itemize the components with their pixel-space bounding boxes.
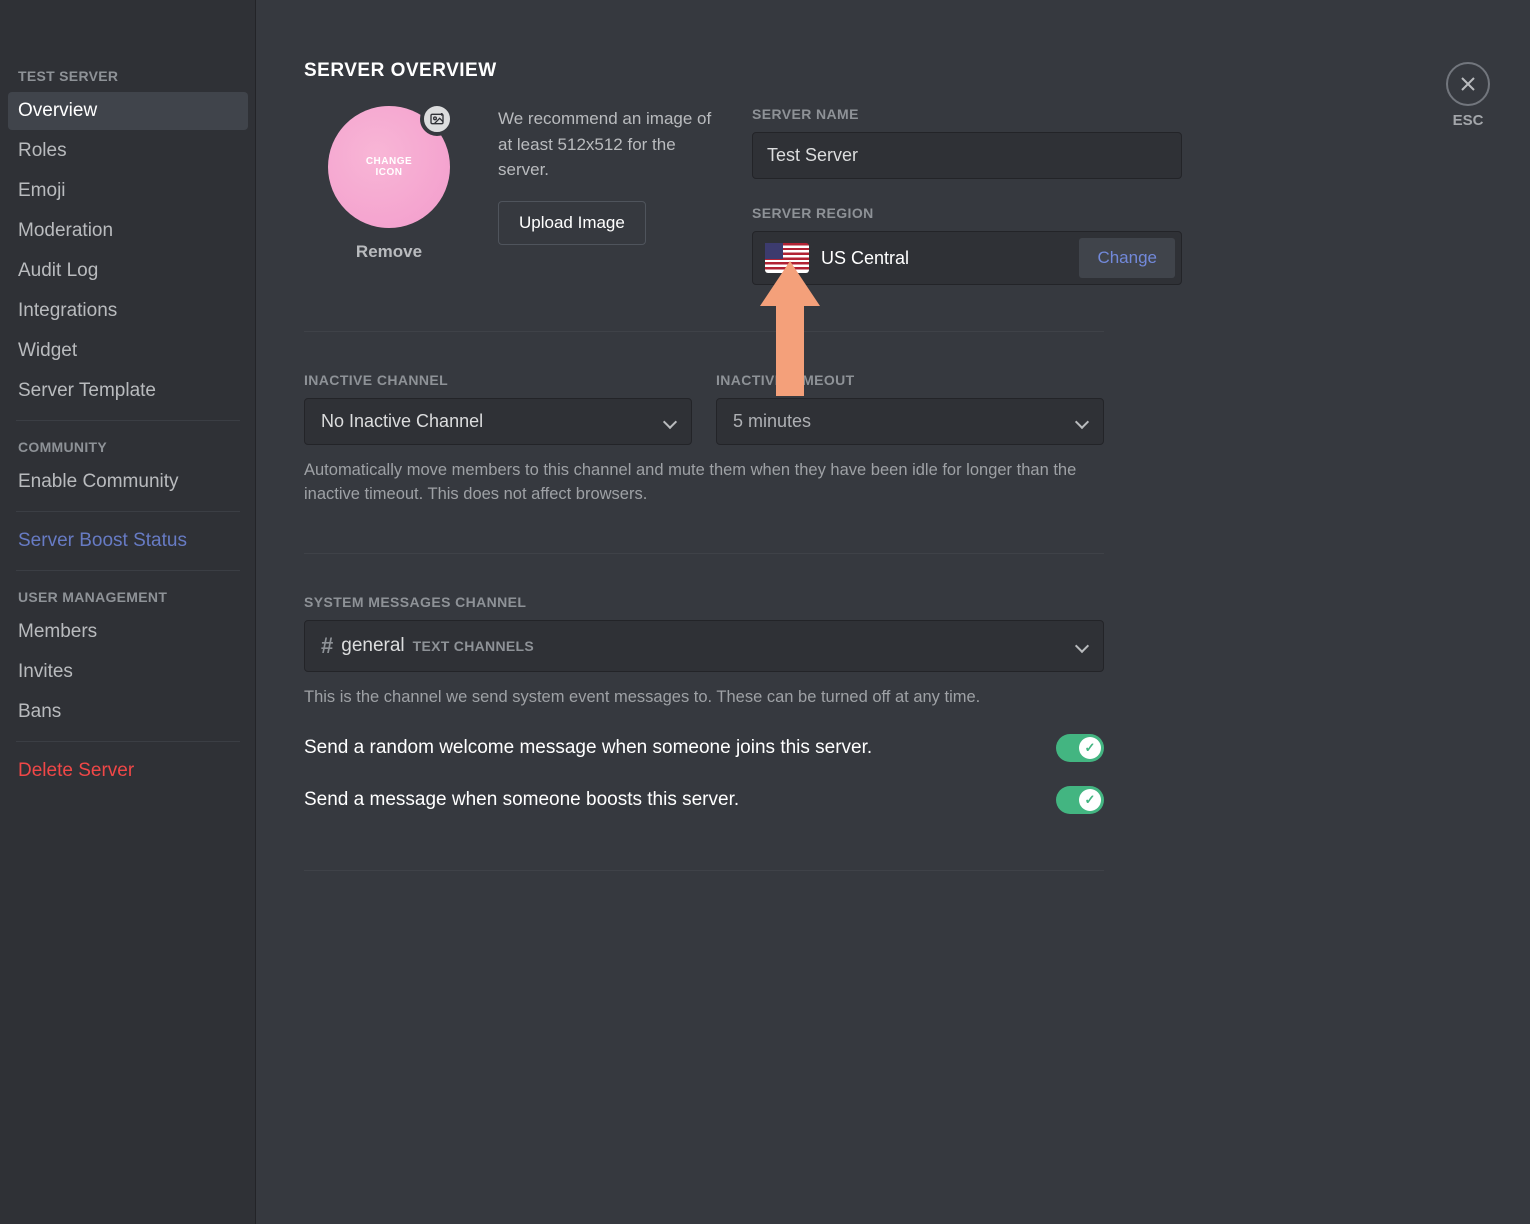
sidebar-item-emoji[interactable]: Emoji xyxy=(8,172,248,210)
inactive-channel-value: No Inactive Channel xyxy=(321,411,483,432)
us-flag-icon xyxy=(765,243,809,273)
sidebar-item-members[interactable]: Members xyxy=(8,613,248,651)
server-icon-text: CHANGEICON xyxy=(366,156,412,178)
system-channel-category: TEXT CHANNELS xyxy=(413,638,534,654)
inactive-timeout-select[interactable]: 5 minutes xyxy=(716,398,1104,445)
section-divider xyxy=(304,870,1104,871)
sidebar-item-widget[interactable]: Widget xyxy=(8,332,248,370)
close-button[interactable] xyxy=(1446,62,1490,106)
inactive-timeout-value: 5 minutes xyxy=(733,411,811,432)
hash-icon: # xyxy=(321,633,333,659)
sidebar-separator xyxy=(16,741,240,742)
chevron-down-icon xyxy=(1075,414,1089,428)
change-region-button[interactable]: Change xyxy=(1079,238,1175,278)
sidebar-separator xyxy=(16,420,240,421)
sidebar-item-enable-community[interactable]: Enable Community xyxy=(8,463,248,501)
sidebar-item-integrations[interactable]: Integrations xyxy=(8,292,248,330)
section-divider xyxy=(304,553,1104,554)
system-channel-select[interactable]: # general TEXT CHANNELS xyxy=(304,620,1104,672)
content-pane: ESC SERVER OVERVIEW CHANGEICON Remove We… xyxy=(256,0,1530,1224)
chevron-down-icon xyxy=(663,414,677,428)
inactive-help-text: Automatically move members to this chann… xyxy=(304,459,1104,507)
upload-image-button[interactable]: Upload Image xyxy=(498,201,646,245)
close-column: ESC xyxy=(1446,62,1490,129)
system-channel-label: SYSTEM MESSAGES CHANNEL xyxy=(304,594,1490,610)
sidebar-header-user-management: USER MANAGEMENT xyxy=(8,581,248,611)
system-help-text: This is the channel we send system event… xyxy=(304,686,1104,710)
sidebar-item-server-template[interactable]: Server Template xyxy=(8,372,248,410)
page-title: SERVER OVERVIEW xyxy=(304,60,1490,82)
remove-icon-link[interactable]: Remove xyxy=(304,242,474,262)
server-name-label: SERVER NAME xyxy=(752,106,1182,122)
server-region-value: US Central xyxy=(821,248,1067,269)
server-name-input[interactable] xyxy=(752,132,1182,179)
server-region-label: SERVER REGION xyxy=(752,205,1182,221)
server-region-box: US Central Change xyxy=(752,231,1182,285)
system-channel-name: general xyxy=(341,635,404,657)
sidebar-item-invites[interactable]: Invites xyxy=(8,653,248,691)
close-icon xyxy=(1459,75,1477,93)
toggle-welcome-message: Send a random welcome message when someo… xyxy=(304,734,1104,762)
sidebar-item-roles[interactable]: Roles xyxy=(8,132,248,170)
settings-sidebar: TEST SERVER Overview Roles Emoji Moderat… xyxy=(0,0,256,1224)
sidebar-header-community: COMMUNITY xyxy=(8,431,248,461)
sidebar-header-server: TEST SERVER xyxy=(8,60,248,90)
toggle-switch[interactable]: ✓ xyxy=(1056,786,1104,814)
inactive-timeout-label: INACTIVE TIMEOUT xyxy=(716,372,1104,388)
section-divider xyxy=(304,331,1104,332)
sidebar-separator xyxy=(16,570,240,571)
sidebar-item-overview[interactable]: Overview xyxy=(8,92,248,130)
inactive-channel-label: INACTIVE CHANNEL xyxy=(304,372,692,388)
check-icon: ✓ xyxy=(1079,789,1101,811)
toggle-boost-message: Send a message when someone boosts this … xyxy=(304,786,1104,814)
image-recommendation-text: We recommend an image of at least 512x51… xyxy=(498,106,728,183)
server-icon[interactable]: CHANGEICON xyxy=(328,106,450,228)
toggle-label: Send a random welcome message when someo… xyxy=(304,737,872,759)
sidebar-separator xyxy=(16,511,240,512)
toggle-switch[interactable]: ✓ xyxy=(1056,734,1104,762)
toggle-label: Send a message when someone boosts this … xyxy=(304,789,739,811)
sidebar-item-boost-status[interactable]: Server Boost Status xyxy=(8,522,248,560)
sidebar-item-moderation[interactable]: Moderation xyxy=(8,212,248,250)
sidebar-item-delete-server[interactable]: Delete Server xyxy=(8,752,248,790)
check-icon: ✓ xyxy=(1079,737,1101,759)
sidebar-item-audit-log[interactable]: Audit Log xyxy=(8,252,248,290)
esc-label: ESC xyxy=(1453,112,1484,129)
inactive-channel-select[interactable]: No Inactive Channel xyxy=(304,398,692,445)
upload-image-icon[interactable] xyxy=(420,102,454,136)
chevron-down-icon xyxy=(1075,639,1089,653)
sidebar-item-bans[interactable]: Bans xyxy=(8,693,248,731)
